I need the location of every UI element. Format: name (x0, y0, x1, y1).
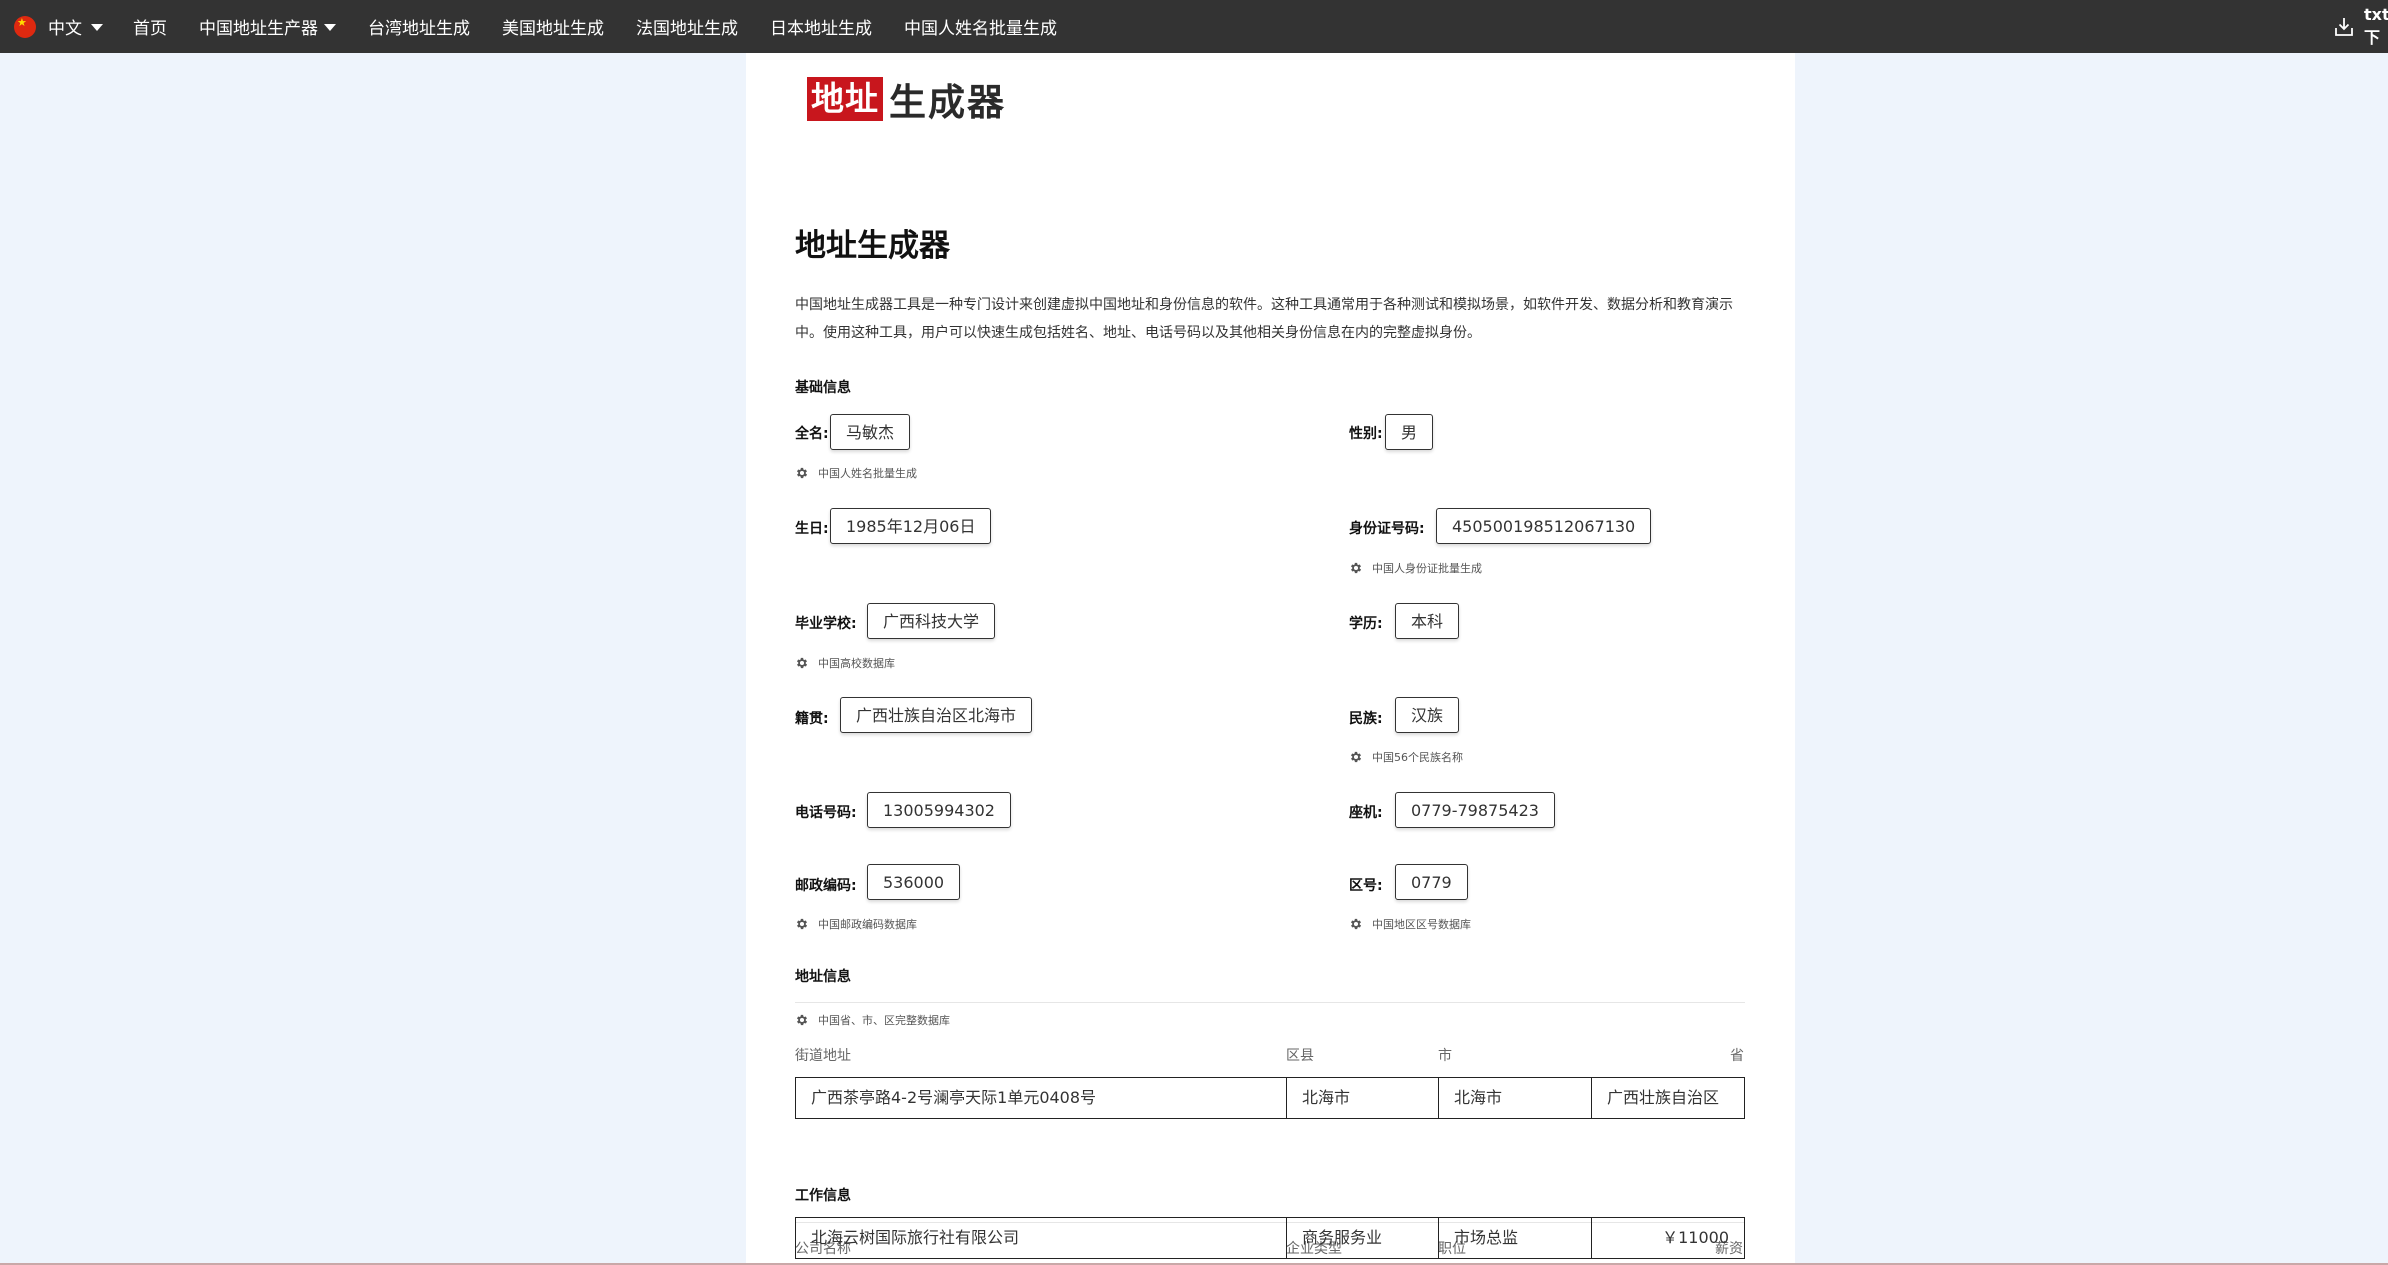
ethnicity-field[interactable]: 汉族 (1395, 697, 1460, 733)
address-col-province: 省 (1730, 1048, 1744, 1064)
logo-part-red: 地址 (807, 77, 883, 121)
nav-us-address[interactable]: 美国地址生成 (502, 14, 604, 39)
id-card-field[interactable]: 450500198512067130 (1436, 508, 1652, 544)
nav-home[interactable]: 首页 (133, 14, 167, 39)
name-hint-label: 中国人姓名批量生成 (818, 467, 917, 480)
birthday-field[interactable]: 1985年12月06日 (830, 508, 992, 544)
landline-field[interactable]: 0779-79875423 (1395, 792, 1555, 828)
address-info-title: 地址信息 (795, 969, 851, 985)
landline-label: 座机: (1349, 805, 1383, 821)
gear-icon (796, 918, 808, 930)
work-position-cell[interactable]: 市场总监 (1439, 1218, 1592, 1258)
id-card-hint-link[interactable]: 中国人身份证批量生成 (1349, 560, 1482, 576)
address-col-district: 区县 (1286, 1048, 1314, 1064)
gear-icon (796, 467, 808, 479)
download-icon (2335, 17, 2353, 36)
area-code-hint-label: 中国地区区号数据库 (1372, 918, 1471, 931)
school-field[interactable]: 广西科技大学 (867, 603, 996, 639)
address-table-row: 广西茶亭路4-2号澜亭天际1单元0408号 北海市 北海市 广西壮族自治区 (795, 1077, 1745, 1119)
nav-taiwan-label: 台湾地址生成 (368, 19, 470, 39)
phone-field[interactable]: 13005994302 (867, 792, 1011, 828)
language-label: 中文 (48, 19, 82, 39)
gender-label: 性别: (1349, 426, 1383, 442)
work-company-cell[interactable]: 北海云树国际旅行社有限公司 (796, 1218, 1287, 1258)
site-logo[interactable]: 地址 生成器 (807, 77, 1006, 124)
postcode-label: 邮政编码: (795, 878, 857, 894)
nav-china-address-label: 中国地址生产器 (199, 19, 318, 39)
intro-paragraph: 中国地址生成器工具是一种专门设计来创建虚拟中国地址和身份信息的软件。这种工具通常… (795, 297, 1733, 341)
name-label: 全名: (795, 426, 829, 442)
postcode-hint-label: 中国邮政编码数据库 (818, 918, 917, 931)
area-code-label: 区号: (1349, 878, 1383, 894)
id-card-label: 身份证号码: (1349, 521, 1425, 537)
work-info-title: 工作信息 (795, 1188, 851, 1204)
ethnicity-hint-label: 中国56个民族名称 (1372, 751, 1463, 764)
gear-icon (1350, 918, 1362, 930)
education-field[interactable]: 本科 (1395, 603, 1460, 639)
chevron-down-icon (324, 24, 336, 31)
gear-icon (1350, 751, 1362, 763)
nav-china-address-dropdown[interactable]: 中国地址生产器 (199, 14, 336, 39)
address-street-cell[interactable]: 广西茶亭路4-2号澜亭天际1单元0408号 (796, 1078, 1287, 1118)
postcode-field[interactable]: 536000 (867, 864, 961, 900)
nav-home-label: 首页 (133, 19, 167, 39)
page-title: 地址生成器 (795, 228, 950, 264)
china-flag-icon (14, 15, 36, 38)
phone-label: 电话号码: (795, 805, 857, 821)
gear-icon (796, 1014, 808, 1026)
work-type-cell[interactable]: 商务服务业 (1287, 1218, 1439, 1258)
main-content: 地址 生成器 地址生成器 中国地址生成器工具是一种专门设计来创建虚拟中国地址和身… (746, 53, 1795, 1265)
address-col-city: 市 (1438, 1048, 1452, 1064)
language-selector[interactable]: 中文 (14, 14, 103, 39)
school-hint-label: 中国高校数据库 (818, 657, 895, 670)
hometown-label: 籍贯: (795, 711, 829, 727)
gender-field[interactable]: 男 (1385, 414, 1434, 450)
hometown-field[interactable]: 广西壮族自治区北海市 (840, 697, 1033, 733)
nav-japan-address[interactable]: 日本地址生成 (770, 14, 872, 39)
address-city-cell[interactable]: 北海市 (1439, 1078, 1592, 1118)
id-card-hint-label: 中国人身份证批量生成 (1372, 562, 1482, 575)
nav-france-address[interactable]: 法国地址生成 (636, 14, 738, 39)
birthday-label: 生日: (795, 521, 829, 537)
logo-part-dark: 生成器 (889, 81, 1006, 124)
work-salary-cell[interactable]: ￥11000 (1592, 1218, 1744, 1258)
nav-japan-label: 日本地址生成 (770, 19, 872, 39)
address-district-cell[interactable]: 北海市 (1287, 1078, 1439, 1118)
gear-icon (796, 657, 808, 669)
nav-chinese-names[interactable]: 中国人姓名批量生成 (904, 14, 1057, 39)
area-code-field[interactable]: 0779 (1395, 864, 1468, 900)
ethnicity-label: 民族: (1349, 711, 1383, 727)
nav-france-label: 法国地址生成 (636, 19, 738, 39)
address-hint-link[interactable]: 中国省、市、区完整数据库 (795, 1012, 950, 1028)
txt-download-label: txt下 (2364, 5, 2388, 47)
gear-icon (1350, 562, 1362, 574)
area-code-hint-link[interactable]: 中国地区区号数据库 (1349, 916, 1471, 932)
address-hint-label: 中国省、市、区完整数据库 (818, 1014, 950, 1027)
nav-us-label: 美国地址生成 (502, 19, 604, 39)
name-hint-link[interactable]: 中国人姓名批量生成 (795, 465, 917, 481)
school-label: 毕业学校: (795, 616, 857, 632)
name-field[interactable]: 马敏杰 (830, 414, 911, 450)
postcode-hint-link[interactable]: 中国邮政编码数据库 (795, 916, 917, 932)
ethnicity-hint-link[interactable]: 中国56个民族名称 (1349, 749, 1463, 765)
basic-info-title: 基础信息 (795, 380, 851, 396)
address-province-cell[interactable]: 广西壮族自治区 (1592, 1078, 1744, 1118)
top-navbar: 中文 首页 中国地址生产器 台湾地址生成 美国地址生成 法国地址生成 日本地址生… (0, 0, 2388, 53)
txt-download-button[interactable]: txt下 (2334, 0, 2388, 53)
work-table-row: 北海云树国际旅行社有限公司 商务服务业 市场总监 ￥11000 (795, 1217, 1745, 1259)
nav-chinese-names-label: 中国人姓名批量生成 (904, 19, 1057, 39)
school-hint-link[interactable]: 中国高校数据库 (795, 655, 895, 671)
education-label: 学历: (1349, 616, 1383, 632)
chevron-down-icon (91, 24, 103, 31)
address-col-street: 街道地址 (795, 1048, 851, 1064)
address-divider (795, 1002, 1745, 1003)
nav-taiwan-address[interactable]: 台湾地址生成 (368, 14, 470, 39)
